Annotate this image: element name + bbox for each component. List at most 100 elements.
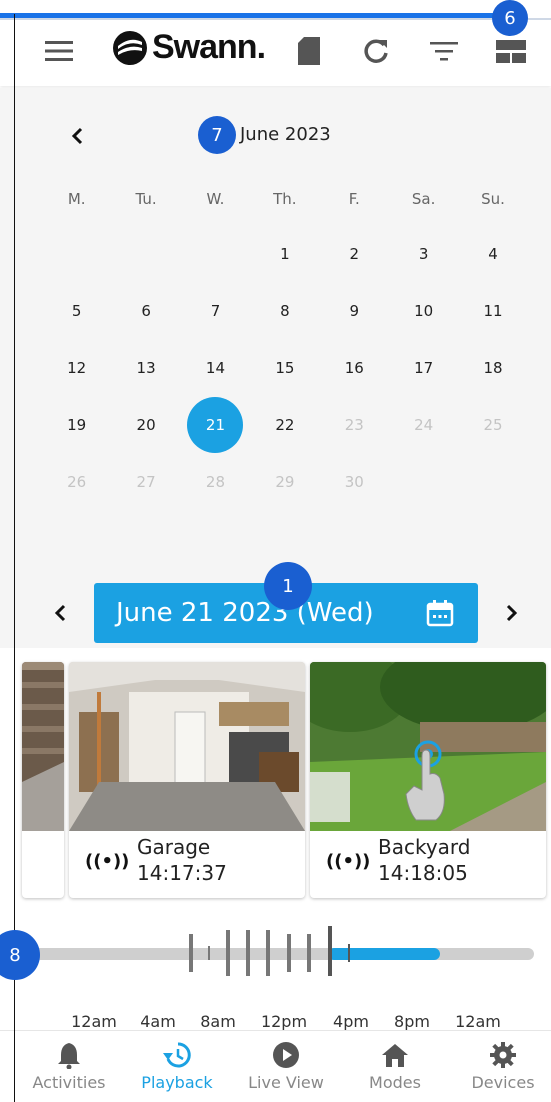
calendar-day-number: 11 <box>483 301 503 320</box>
calendar-day[interactable]: 3 <box>389 225 458 282</box>
calendar-day[interactable]: 15 <box>250 339 319 396</box>
event-marker <box>307 934 311 972</box>
calendar-day[interactable]: 6 <box>111 282 180 339</box>
timeline-hour-label: 12pm <box>260 1012 308 1031</box>
calendar-day[interactable]: 9 <box>320 282 389 339</box>
timeline-active-range[interactable] <box>328 948 440 960</box>
calendar-day-number: 27 <box>136 472 156 491</box>
calendar-day[interactable]: 8 <box>250 282 319 339</box>
calendar-day[interactable]: 5 <box>42 282 111 339</box>
nav-item-activities[interactable]: Activities <box>19 1041 119 1092</box>
timeline-hour-label: 12am <box>71 1012 117 1031</box>
calendar-empty-cell <box>111 225 180 282</box>
calendar-day-number: 7 <box>210 301 221 320</box>
month-header: June 2023 <box>0 116 551 156</box>
calendar-day-number: 3 <box>418 244 429 263</box>
filter-icon[interactable] <box>427 34 461 68</box>
calendar-day-number: 29 <box>275 472 295 491</box>
calendar-day-selected[interactable]: 21 <box>181 396 250 453</box>
event-marker <box>208 946 210 960</box>
calendar-empty-cell <box>181 225 250 282</box>
history-icon <box>127 1041 227 1069</box>
calendar-day[interactable]: 18 <box>458 339 527 396</box>
calendar-day-number: 4 <box>488 244 498 263</box>
nav-label: Live View <box>248 1073 324 1092</box>
nav-label: Devices <box>471 1073 535 1092</box>
timeline-cursor[interactable] <box>328 926 332 976</box>
nav-item-devices[interactable]: Devices <box>453 1041 551 1092</box>
calendar-day-number: 10 <box>414 301 434 320</box>
nav-item-live-view[interactable]: Live View <box>236 1041 336 1092</box>
weekday-header-row: M. Tu. W. Th. F. Sa. Su. <box>42 190 528 208</box>
live-signal-icon: ((•)) <box>326 851 371 872</box>
calendar-empty-cell <box>42 225 111 282</box>
nav-item-modes[interactable]: Modes <box>345 1041 445 1092</box>
app-header: Swann. <box>0 20 551 86</box>
prev-day-button[interactable] <box>48 599 72 627</box>
weekday-label: F. <box>348 190 360 208</box>
prev-month-button[interactable] <box>64 122 90 150</box>
playback-timeline[interactable] <box>0 920 551 990</box>
calendar-day[interactable]: 19 <box>42 396 111 453</box>
calendar-day[interactable]: 2 <box>320 225 389 282</box>
calendar-day[interactable]: 10 <box>389 282 458 339</box>
camera-thumbnail <box>69 662 305 831</box>
calendar-day[interactable]: 7 <box>181 282 250 339</box>
calendar-day[interactable]: 22 <box>250 396 319 453</box>
calendar-day-number: 13 <box>136 358 156 377</box>
layout-icon[interactable] <box>494 34 528 68</box>
live-signal-icon: ((•)) <box>85 851 130 872</box>
calendar-day[interactable]: 16 <box>320 339 389 396</box>
timeline-track[interactable] <box>28 948 534 960</box>
refresh-icon[interactable] <box>359 34 393 68</box>
timeline-hour-label: 4am <box>140 1012 176 1031</box>
calendar-day-number: 1 <box>280 244 290 263</box>
nav-item-playback[interactable]: Playback <box>127 1041 227 1092</box>
weekday-label: Sa. <box>411 190 436 208</box>
weekday-label: Th. <box>273 190 297 208</box>
calendar-day-number: 23 <box>344 415 364 434</box>
nav-label: Modes <box>369 1073 421 1092</box>
calendar-day-number: 2 <box>349 244 360 263</box>
selected-date-label: June 21 2023 (Wed) <box>116 598 374 628</box>
calendar-days-grid: 1 2 3 4 5 6 7 8 9 10 11 12 13 14 15 16 17 18 19 20 21 22 23 24 2… <box>42 225 528 510</box>
nav-label: Activities <box>32 1073 106 1092</box>
month-title: June 2023 <box>240 124 331 145</box>
camera-card[interactable]: ((•)) Garage 14:17:37 <box>69 662 305 898</box>
home-icon <box>345 1041 445 1069</box>
weekday-label: Tu. <box>135 190 157 208</box>
calendar-day[interactable]: 14 <box>181 339 250 396</box>
bottom-navigation: Activities Playback Live View Modes Devices <box>0 1030 551 1102</box>
camera-thumbnail <box>310 662 546 831</box>
calendar-day-number: 17 <box>414 358 434 377</box>
calendar-day[interactable]: 4 <box>458 225 527 282</box>
event-marker <box>246 930 250 976</box>
event-marker <box>348 944 350 962</box>
timeline-hour-label: 8pm <box>394 1012 430 1031</box>
calendar-day[interactable]: 20 <box>111 396 180 453</box>
calendar-day-number: 28 <box>205 472 226 491</box>
calendar-day: 30 <box>320 453 389 510</box>
clip-time: 14:18:05 <box>378 861 468 885</box>
calendar-day[interactable]: 17 <box>389 339 458 396</box>
calendar-day[interactable]: 1 <box>250 225 319 282</box>
calendar-day[interactable]: 11 <box>458 282 527 339</box>
next-day-button[interactable] <box>500 599 524 627</box>
sd-card-icon[interactable] <box>292 34 326 68</box>
camera-card[interactable]: ((•)) Backyard 14:18:05 <box>310 662 546 898</box>
weekday-label: Su. <box>481 190 505 208</box>
calendar-day: 25 <box>458 396 527 453</box>
camera-card-partial[interactable] <box>22 662 64 898</box>
menu-icon[interactable] <box>42 34 76 68</box>
calendar-day: 27 <box>111 453 180 510</box>
step-badge-6: 6 <box>492 0 528 36</box>
calendar-day: 26 <box>42 453 111 510</box>
calendar-day-number: 30 <box>344 472 364 491</box>
camera-name: Backyard <box>378 835 471 859</box>
calendar-day[interactable]: 13 <box>111 339 180 396</box>
calendar-day-number: 25 <box>483 415 503 434</box>
camera-clips-carousel: ((•)) Garage 14:17:37 ((•)) Backyard 14:… <box>22 662 551 898</box>
calendar-day[interactable]: 12 <box>42 339 111 396</box>
gear-icon <box>453 1041 551 1069</box>
event-marker <box>226 930 230 976</box>
